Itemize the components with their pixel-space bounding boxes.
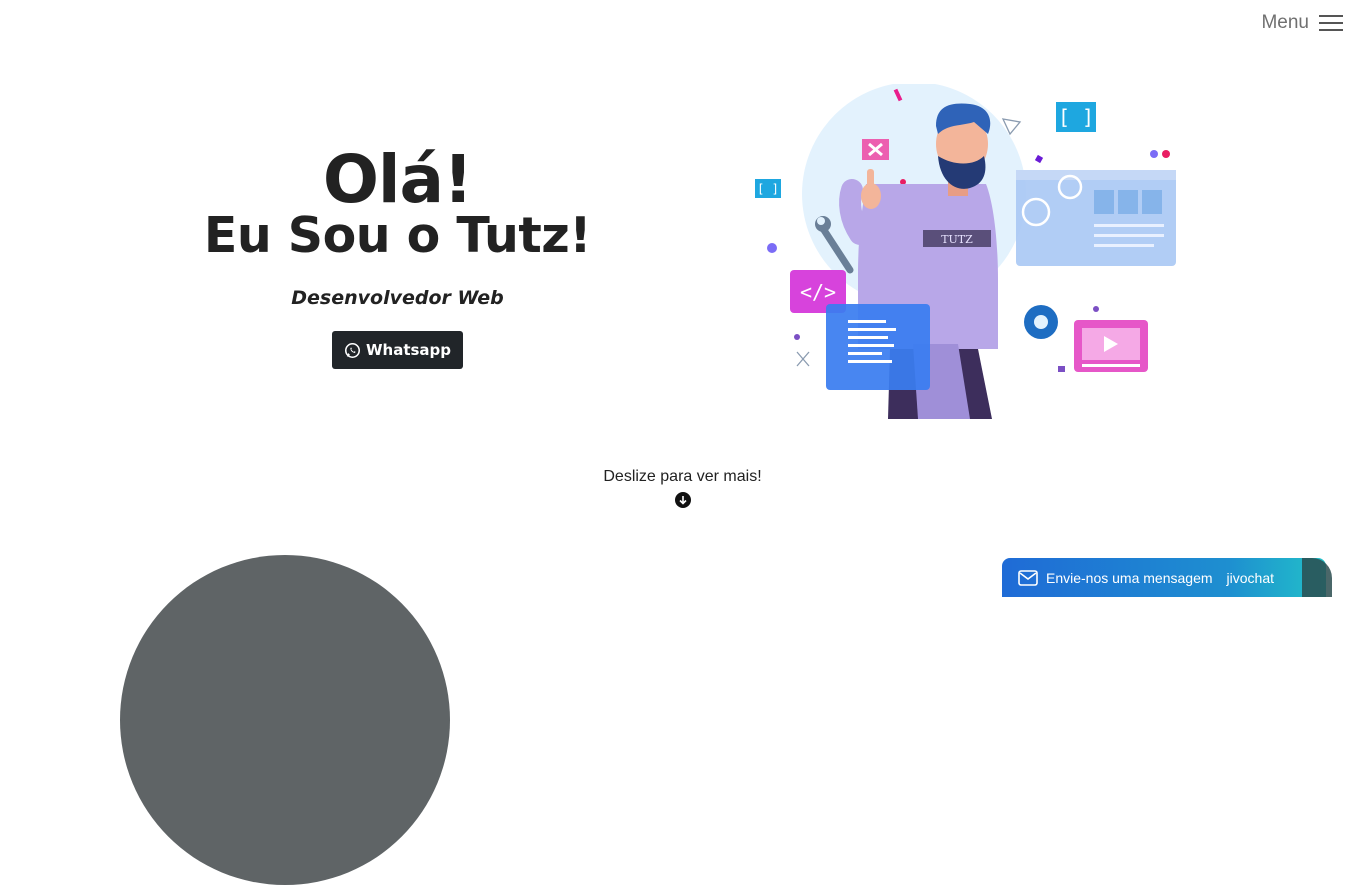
arrow-down-icon[interactable] — [674, 492, 691, 508]
hero-role: Desenvolvedor Web — [291, 287, 504, 309]
chat-widget[interactable]: Envie-nos uma mensagem jivochat — [1002, 558, 1332, 597]
chat-brand: jivochat — [1226, 569, 1274, 586]
svg-text:[ ]: [ ] — [1058, 105, 1094, 129]
hero-name: Eu Sou o Tutz! — [203, 207, 592, 264]
profile-image-circle — [120, 555, 450, 885]
scroll-hint: Deslize para ver mais! — [0, 468, 1365, 508]
developer-illustration: [ ] [ ] TUTZ </> — [755, 84, 1176, 419]
hero-greeting: Olá! — [322, 141, 473, 218]
svg-text:[ ]: [ ] — [757, 182, 779, 196]
shirt-logo: TUTZ — [941, 233, 973, 246]
whatsapp-icon — [344, 342, 360, 358]
menu-toggle[interactable]: Menu — [1261, 12, 1343, 34]
svg-text:</>: </> — [800, 280, 836, 304]
whatsapp-button[interactable]: Whatsapp — [331, 331, 464, 369]
chat-widget-corner — [1302, 558, 1332, 597]
whatsapp-label: Whatsapp — [365, 341, 452, 359]
chat-message-label: Envie-nos uma mensagem — [1046, 569, 1213, 586]
scroll-hint-text: Deslize para ver mais! — [603, 468, 762, 485]
menu-label: Menu — [1261, 12, 1309, 33]
hero-section: Olá! Eu Sou o Tutz! Desenvolvedor Web Wh… — [190, 145, 605, 369]
envelope-icon — [1018, 569, 1038, 586]
hamburger-icon[interactable] — [1319, 13, 1343, 33]
